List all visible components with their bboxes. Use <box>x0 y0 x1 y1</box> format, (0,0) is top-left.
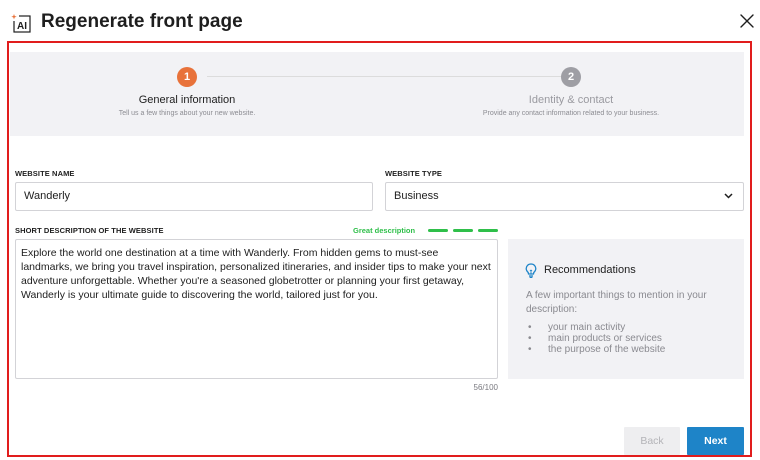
quality-bar-segment <box>478 229 498 232</box>
description-counter: 56/100 <box>473 383 498 392</box>
step-2-title: Identity & contact <box>528 94 614 106</box>
website-type-select[interactable]: Business <box>385 182 744 211</box>
lightbulb-icon <box>525 263 537 278</box>
quality-bar-segment <box>428 229 448 232</box>
dialog-header: AI Regenerate front page <box>0 0 760 44</box>
chevron-down-icon <box>724 193 733 199</box>
recommendations-panel: Recommendations A few important things t… <box>508 239 744 379</box>
recommendations-text: A few important things to mention in you… <box>526 290 707 315</box>
quality-bar-segment <box>453 229 473 232</box>
close-icon[interactable] <box>738 12 756 30</box>
description-quality-text: Great description <box>353 226 416 235</box>
stepper: 1 2 General information Tell us a few th… <box>10 52 744 136</box>
ai-icon-text: AI <box>17 21 27 32</box>
ai-icon: AI <box>11 13 31 33</box>
recommendation-item: the purpose of the website <box>526 344 665 355</box>
step-2-number[interactable]: 2 <box>561 67 581 87</box>
back-button[interactable]: Back <box>624 427 680 455</box>
website-type-label: WEBSITE TYPE <box>385 169 443 178</box>
step-2-subtitle: Provide any contact information related … <box>482 110 660 117</box>
website-name-label: WEBSITE NAME <box>15 169 75 178</box>
website-type-value: Business <box>394 190 439 202</box>
step-1-subtitle: Tell us a few things about your new webs… <box>118 110 256 117</box>
stepper-line <box>207 76 569 77</box>
description-label: SHORT DESCRIPTION OF THE WEBSITE <box>15 226 164 235</box>
recommendations-list: your main activity main products or serv… <box>526 322 665 355</box>
step-1-title: General information <box>138 94 236 106</box>
next-button[interactable]: Next <box>687 427 744 455</box>
recommendation-item: your main activity <box>526 322 665 333</box>
recommendations-title: Recommendations <box>544 264 636 276</box>
step-1-number[interactable]: 1 <box>177 67 197 87</box>
dialog-title: Regenerate front page <box>41 11 243 32</box>
website-name-input[interactable]: Wanderly <box>15 182 373 211</box>
recommendation-item: main products or services <box>526 333 665 344</box>
description-textarea[interactable]: Explore the world one destination at a t… <box>15 239 498 379</box>
